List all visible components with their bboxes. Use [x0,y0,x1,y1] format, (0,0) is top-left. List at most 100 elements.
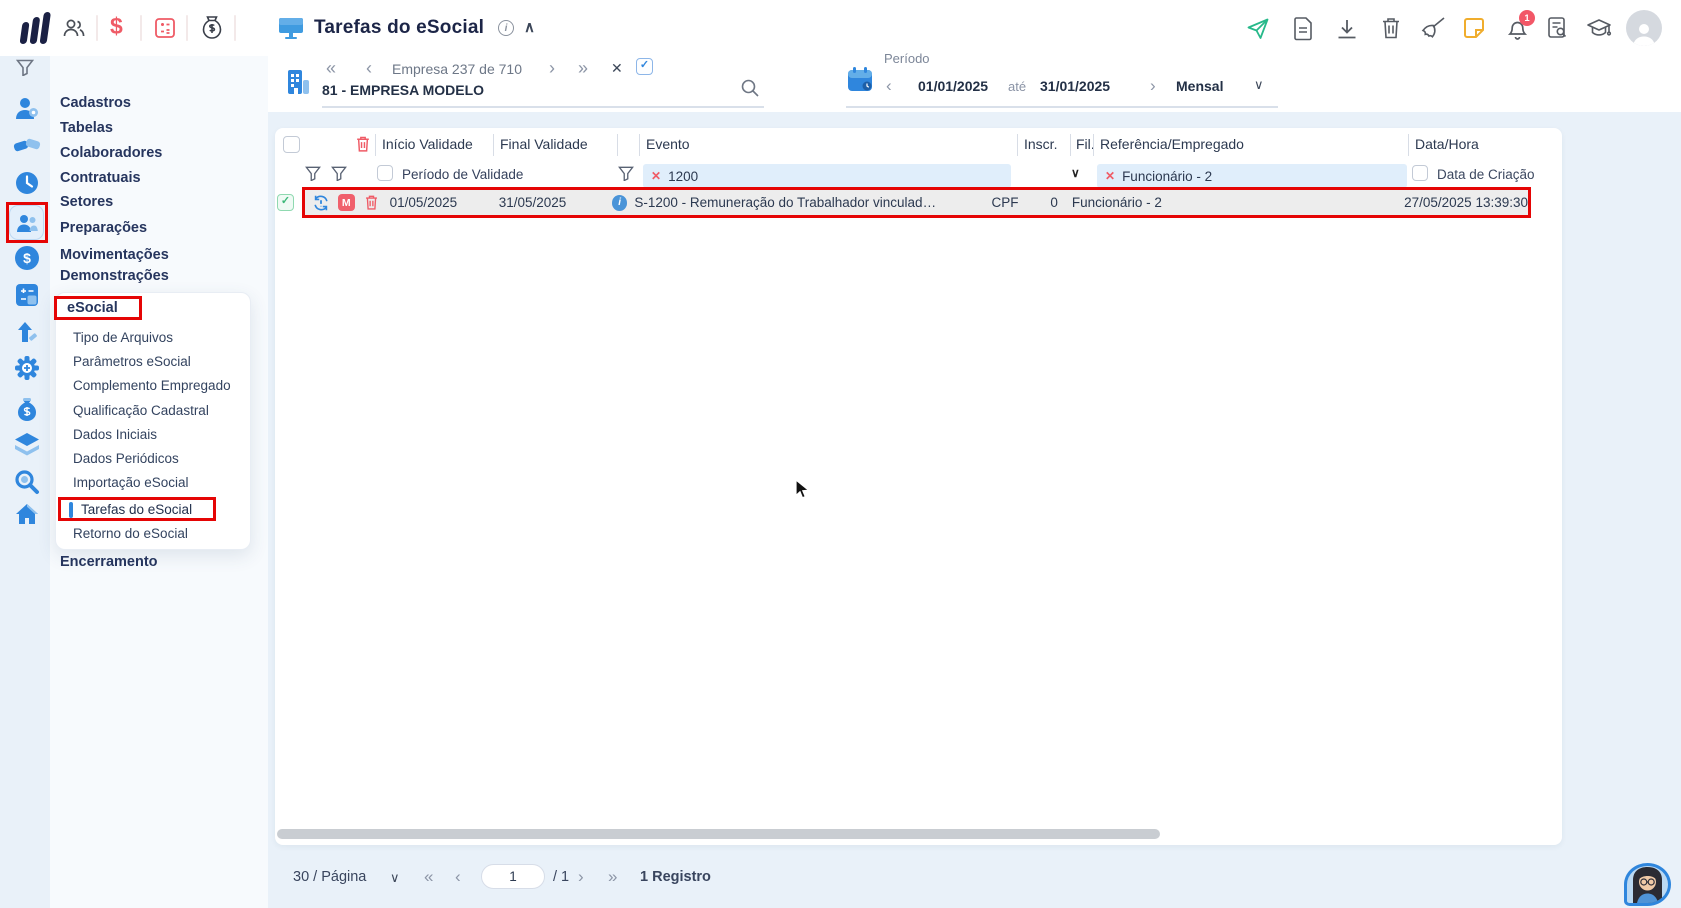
submenu-dados-iniciais[interactable]: Dados Iniciais [73,427,157,442]
company-last-button[interactable]: » [578,58,588,79]
calculator-icon[interactable] [153,16,177,40]
per-page-caret-icon[interactable]: ∨ [390,870,400,886]
select-all-checkbox[interactable] [283,136,300,153]
next-page-button[interactable]: › [578,867,584,887]
user-avatar[interactable] [1626,10,1662,46]
company-checkbox[interactable]: ✓ [636,58,653,75]
divider [186,15,188,41]
filter-funnel-icon[interactable] [618,166,634,181]
bulk-delete-icon[interactable] [355,135,371,153]
sidebar-item-encerramento[interactable]: Encerramento [60,554,158,570]
referencia-filter-input[interactable]: ✕ Funcionário - 2 [1097,164,1407,188]
app-logo[interactable] [18,12,54,44]
info-badge[interactable]: i [611,194,628,211]
periodo-validade-checkbox[interactable] [377,165,393,181]
sidebar-item-movimentacoes[interactable]: Movimentações [60,247,169,263]
first-page-button[interactable]: « [424,867,433,887]
period-start-date[interactable]: 01/01/2025 [918,78,988,94]
row-delete-icon[interactable] [364,194,379,211]
person-settings-icon[interactable] [14,95,40,121]
period-prev-button[interactable]: ‹ [886,76,892,96]
document-icon[interactable] [1292,16,1314,41]
assistant-chat-button[interactable] [1624,863,1671,906]
broom-icon[interactable] [1420,16,1446,40]
sidebar-item-tabelas[interactable]: Tabelas [60,120,113,136]
col-inicio-validade[interactable]: Início Validade [382,136,473,152]
period-until-label: até [1008,79,1027,94]
company-prev-button[interactable]: ‹ [366,58,372,79]
submenu-retorno-do-esocial[interactable]: Retorno do eSocial [73,526,188,541]
sidebar-item-cadastros[interactable]: Cadastros [60,95,131,111]
submenu-importacao-esocial[interactable]: Importação eSocial [73,475,189,490]
last-page-button[interactable]: » [608,867,617,887]
company-next-button[interactable]: › [549,58,555,79]
col-data-hora[interactable]: Data/Hora [1415,136,1479,152]
search-rail-icon[interactable] [14,469,40,495]
col-fil[interactable]: Fil. [1076,136,1095,152]
current-page-input[interactable]: 1 [481,864,545,889]
sidebar-item-colaboradores[interactable]: Colaboradores [60,145,162,161]
clock-icon[interactable] [14,170,40,196]
sidebar-item-preparacoes[interactable]: Preparações [60,220,147,236]
prev-page-button[interactable]: ‹ [455,867,461,887]
send-icon[interactable] [1246,17,1270,41]
horizontal-scrollbar[interactable] [277,829,1160,839]
colaboradores-rail-icon[interactable] [9,205,44,240]
data-criacao-checkbox[interactable] [1412,165,1428,181]
gear-icon[interactable] [14,355,40,381]
submenu-tarefas-do-esocial[interactable]: Tarefas do eSocial [81,502,192,517]
inscr-dropdown-caret-icon[interactable]: ∨ [1071,166,1080,180]
evento-filter-input[interactable]: ✕ 1200 [643,164,1011,188]
submenu-qualificacao-cadastral[interactable]: Qualificação Cadastral [73,403,209,418]
handshake-icon[interactable] [12,133,42,157]
dollar-rail-icon[interactable]: $ [15,246,39,270]
filter-funnel-icon[interactable] [331,166,347,181]
col-inscr[interactable]: Inscr. [1024,136,1057,152]
period-next-button[interactable]: › [1150,76,1156,96]
clear-filter-icon[interactable]: ✕ [1105,169,1115,183]
dollar-icon[interactable]: $ [110,13,123,40]
people-icon[interactable] [62,17,86,39]
filter-funnel-icon[interactable] [305,166,321,181]
company-first-button[interactable]: « [326,58,336,79]
layers-icon[interactable] [13,432,41,456]
home-icon[interactable] [14,502,40,526]
company-search-icon[interactable] [740,78,760,98]
audit-log-icon[interactable] [1546,16,1569,40]
page-title: Tarefas do eSocial [314,17,485,38]
collapse-header-icon[interactable]: ∧ [524,18,535,36]
download-icon[interactable] [1336,18,1358,40]
calculator-rail-icon[interactable] [15,283,39,307]
per-page-select[interactable]: 30 / Página [293,869,366,885]
graduation-icon[interactable] [1586,17,1612,40]
resend-icon[interactable] [312,194,330,212]
promotion-icon[interactable] [16,320,38,346]
submenu-complemento-empregado[interactable]: Complemento Empregado [73,378,231,393]
clear-filter-icon[interactable]: ✕ [651,169,661,183]
period-end-date[interactable]: 31/01/2025 [1040,78,1110,94]
table-row[interactable]: M 01/05/2025 31/05/2025 i S-1200 - Remun… [302,187,1531,218]
submenu-dados-periodicos[interactable]: Dados Periódicos [73,451,179,466]
col-evento[interactable]: Evento [646,136,690,152]
moneybag-rail-icon[interactable] [15,396,39,423]
period-mode-caret-icon[interactable]: ∨ [1254,77,1264,93]
submenu-parametros-esocial[interactable]: Parâmetros eSocial [73,354,191,369]
sidebar-item-demonstracoes[interactable]: Demonstrações [60,268,169,284]
cell-inscr: CPF [991,195,1019,210]
filter-icon[interactable] [16,59,34,76]
col-final-validade[interactable]: Final Validade [500,136,588,152]
row-select-checkbox[interactable]: ✓ [277,194,294,211]
period-mode-select[interactable]: Mensal [1176,78,1223,94]
sidebar-item-esocial[interactable]: eSocial [67,300,118,316]
col-referencia-empregado[interactable]: Referência/Empregado [1100,136,1244,152]
sidebar-item-setores[interactable]: Setores [60,194,113,210]
active-item-indicator [69,502,73,518]
sidebar-item-contratuais[interactable]: Contratuais [60,170,141,186]
note-icon[interactable] [1462,16,1486,40]
company-clear-button[interactable]: ✕ [611,60,623,77]
submenu-tipo-de-arquivos[interactable]: Tipo de Arquivos [73,330,173,345]
cell-final-validade: 31/05/2025 [498,195,567,210]
moneybag-icon[interactable] [200,14,224,40]
trash-icon[interactable] [1380,16,1402,40]
info-icon[interactable]: i [498,20,514,36]
